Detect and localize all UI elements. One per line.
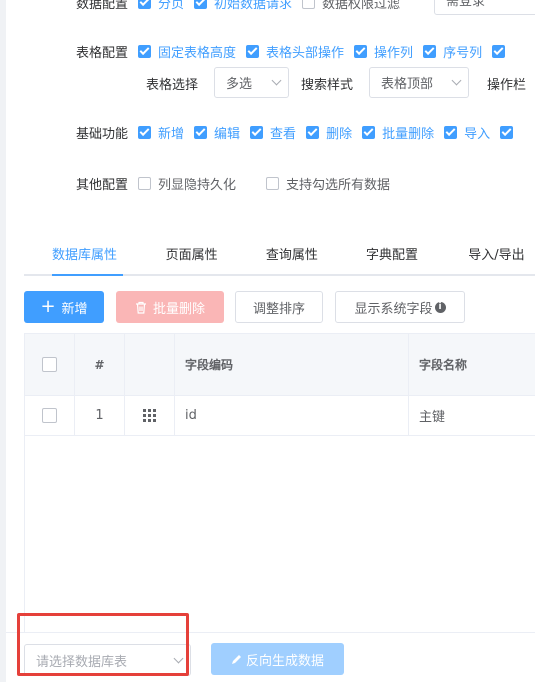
database-table-select[interactable]: 请选择数据库表 [24, 644, 191, 676]
fields-table: # 字段编码 字段名称 1 id 主键 [24, 333, 535, 633]
tab-page-properties[interactable]: 页面属性 [166, 240, 225, 276]
header-index: # [75, 334, 125, 395]
login-required-select[interactable]: 需登录 [434, 0, 535, 15]
reverse-generate-button[interactable]: 反向生成数据 [211, 643, 344, 675]
tab-query-properties[interactable]: 查询属性 [266, 240, 325, 276]
chevron-down-icon [271, 75, 282, 86]
export-checkbox[interactable] [500, 125, 520, 139]
basic-functions-row: 基础功能 新增 编辑 查看 删除 批量删除 导入 [76, 122, 530, 142]
adjust-sort-button[interactable]: 调整排序 [235, 291, 323, 323]
drag-handle-icon[interactable] [143, 409, 156, 422]
action-column-checkbox[interactable]: 操作列 [354, 42, 413, 61]
select-all-checkbox[interactable] [42, 357, 57, 372]
table-config-label: 表格配置 [76, 45, 129, 61]
tab-database-properties[interactable]: 数据库属性 [52, 240, 123, 276]
header-actions-checkbox[interactable]: 表格头部操作 [246, 42, 344, 61]
extra-checkbox[interactable] [492, 44, 512, 58]
info-icon: i [434, 301, 446, 313]
row-index: 1 [75, 396, 125, 435]
table-header: # 字段编码 字段名称 [25, 334, 535, 396]
select-all-data-checkbox[interactable]: 支持勾选所有数据 [266, 174, 390, 193]
batch-delete-button[interactable]: 批量删除 [116, 291, 224, 323]
tab-import-export[interactable]: 导入/导出 [468, 240, 535, 276]
import-checkbox[interactable]: 导入 [444, 123, 490, 142]
data-config-row: 数据配置 分页 初始数据请求 数据权限过滤 [76, 0, 410, 12]
header-field-code: 字段编码 [175, 334, 409, 395]
fixed-height-checkbox[interactable]: 固定表格高度 [138, 42, 236, 61]
chevron-down-icon [173, 653, 184, 663]
trash-icon [135, 301, 146, 314]
batch-delete-checkbox[interactable]: 批量删除 [362, 123, 434, 142]
action-bar-label: 操作栏 [487, 78, 527, 93]
show-system-fields-button[interactable]: 显示系统字段 i [335, 291, 465, 323]
chevron-down-icon [451, 75, 462, 86]
other-config-row: 其他配置 列显隐持久化 支持勾选所有数据 [76, 173, 400, 193]
table-select-label: 表格选择 [146, 78, 199, 93]
plus-icon: + [40, 296, 56, 317]
row-field-code[interactable]: id [175, 396, 409, 435]
table-row: 1 id 主键 [25, 396, 535, 436]
delete-checkbox[interactable]: 删除 [306, 123, 352, 142]
data-config-label: 数据配置 [76, 0, 129, 12]
table-config-row: 表格配置 固定表格高度 表格头部操作 操作列 序号列 [76, 41, 522, 61]
row-field-name[interactable]: 主键 [409, 396, 535, 435]
search-style-dropdown[interactable]: 表格顶部 [369, 67, 469, 98]
view-checkbox[interactable]: 查看 [250, 123, 296, 142]
other-config-label: 其他配置 [76, 177, 129, 193]
index-column-checkbox[interactable]: 序号列 [423, 42, 482, 61]
property-tabs: 数据库属性 页面属性 查询属性 字典配置 导入/导出 [24, 240, 535, 276]
search-style-label: 搜索样式 [301, 78, 354, 93]
data-permission-checkbox[interactable]: 数据权限过滤 [302, 0, 400, 12]
table-select-dropdown[interactable]: 多选 [214, 67, 289, 98]
edit-icon [231, 654, 241, 664]
add-checkbox[interactable]: 新增 [138, 123, 184, 142]
tab-dictionary-config[interactable]: 字典配置 [366, 240, 425, 276]
add-button[interactable]: + 新增 [24, 291, 104, 323]
edit-checkbox[interactable]: 编辑 [194, 123, 240, 142]
column-persist-checkbox[interactable]: 列显隐持久化 [138, 174, 236, 193]
initial-request-checkbox[interactable]: 初始数据请求 [194, 0, 292, 12]
basic-functions-label: 基础功能 [76, 126, 129, 142]
pagination-checkbox[interactable]: 分页 [138, 0, 184, 12]
header-drag [125, 334, 175, 395]
header-field-name: 字段名称 [419, 358, 468, 372]
row-checkbox[interactable] [42, 408, 57, 423]
